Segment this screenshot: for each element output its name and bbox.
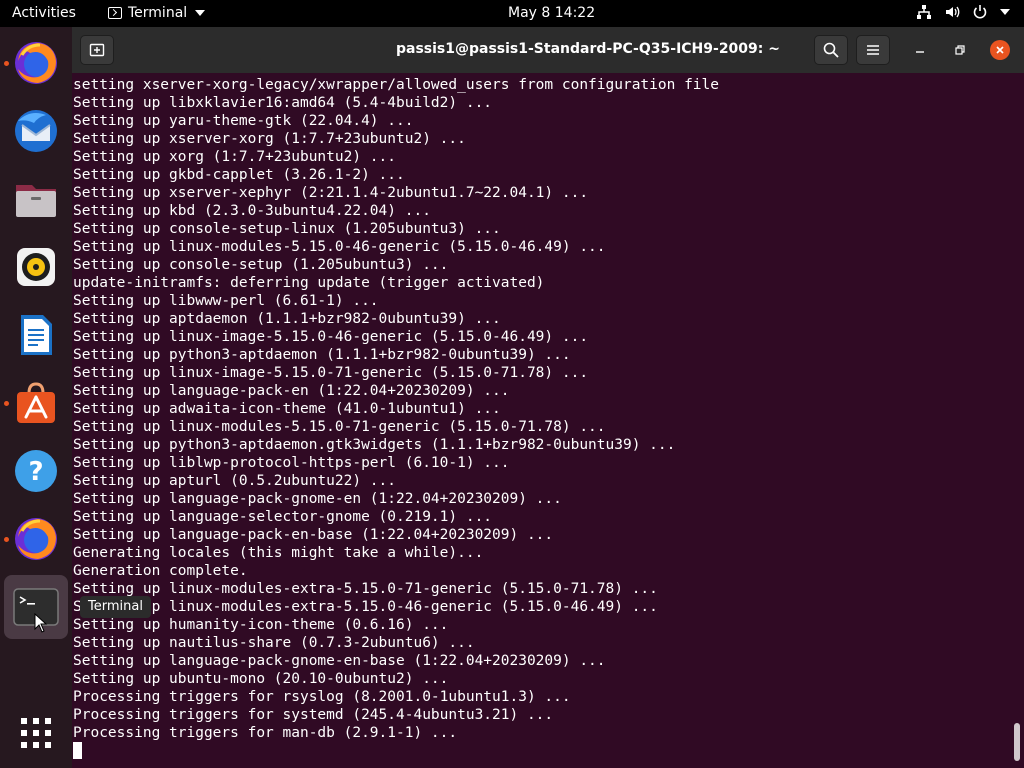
restore-icon [955,45,965,55]
terminal-line: Processing triggers for rsyslog (8.2001.… [73,689,571,705]
firefox-icon [15,42,57,84]
header-bar[interactable]: passis1@passis1-Standard-PC-Q35-ICH9-200… [72,27,1024,73]
text-cursor [73,742,82,759]
dock-item-ubuntu-software[interactable] [4,371,68,435]
system-tray[interactable] [916,4,1010,20]
shopping-bag-icon [17,382,55,423]
chevron-down-icon [195,10,206,16]
hamburger-menu-icon [867,45,879,55]
document-icon [21,315,52,355]
terminal-line: Setting up xserver-xorg (1:7.7+23ubuntu2… [73,131,466,147]
menu-button[interactable] [856,35,890,65]
terminal-line: Setting up python3-aptdaemon.gtk3widgets… [73,437,676,453]
terminal-line: Processing triggers for systemd (245.4-4… [73,707,554,723]
terminal-line: setting xserver-xorg-legacy/xwrapper/all… [73,77,720,93]
volume-icon[interactable] [944,4,960,20]
terminal-line: Setting up linux-modules-5.15.0-46-gener… [73,239,606,255]
terminal-line: Setting up language-pack-en-base (1:22.0… [73,527,554,543]
terminal-output[interactable]: setting xserver-xorg-legacy/xwrapper/all… [72,73,1024,768]
terminal-line: Setting up liblwp-protocol-https-perl (6… [73,455,510,471]
chevron-down-icon[interactable] [1000,7,1010,17]
terminal-line: Setting up libwww-perl (6.61-1) ... [73,293,379,309]
restore-button[interactable] [950,40,970,60]
clock[interactable]: May 8 14:22 [508,5,595,21]
dock-item-firefox[interactable] [4,31,68,95]
terminal-line: Setting up ubuntu-mono (20.10-0ubuntu2) … [73,671,449,687]
app-menu[interactable]: Terminal [108,5,206,21]
terminal-line: Setting up console-setup (1.205ubuntu3) … [73,257,449,273]
terminal-line: Setting up yaru-theme-gtk (22.04.4) ... [73,113,414,129]
dock-item-help[interactable]: ? [4,439,68,503]
terminal-line: Setting up linux-image-5.15.0-46-generic… [73,329,589,345]
terminal-window: passis1@passis1-Standard-PC-Q35-ICH9-200… [72,27,1024,768]
power-icon[interactable] [972,4,988,20]
terminal-line: Generating locales (this might take a wh… [73,545,484,561]
terminal-line: Setting up linux-modules-extra-5.15.0-46… [73,599,658,615]
terminal-line: Setting up libxklavier16:amd64 (5.4-4bui… [73,95,493,111]
scrollbar[interactable] [1014,723,1020,761]
minimize-icon [916,51,924,53]
dock-item-files[interactable] [4,167,68,231]
dock-item-libreoffice-writer[interactable] [4,303,68,367]
firefox-icon [15,518,57,560]
terminal-line: Setting up xserver-xephyr (2:21.1.4-2ubu… [73,185,589,201]
terminal-line: Setting up aptdaemon (1.1.1+bzr982-0ubun… [73,311,501,327]
dock-item-firefox-2[interactable] [4,507,68,571]
terminal-icon [108,7,122,19]
speaker-icon [17,248,55,286]
terminal-line: Setting up linux-modules-extra-5.15.0-71… [73,581,658,597]
terminal-line: Setting up python3-aptdaemon (1.1.1+bzr9… [73,347,571,363]
terminal-line: Setting up kbd (2.3.0-3ubuntu4.22.04) ..… [73,203,431,219]
terminal-line: Setting up apturl (0.5.2ubuntu22) ... [73,473,397,489]
dock-item-rhythmbox[interactable] [4,235,68,299]
terminal-line: Generation complete. [73,563,248,579]
network-icon[interactable] [916,4,932,20]
close-button[interactable] [990,40,1010,60]
terminal-line: Setting up language-selector-gnome (0.21… [73,509,493,525]
terminal-line: Setting up gkbd-capplet (3.26.1-2) ... [73,167,405,183]
terminal-line: Setting up humanity-icon-theme (0.6.16) … [73,617,449,633]
search-icon [823,42,839,58]
terminal-line: update-initramfs: deferring update (trig… [73,275,545,291]
folder-icon [16,185,56,217]
prompt-line [73,742,1024,760]
terminal-line: Setting up language-pack-gnome-en (1:22.… [73,491,562,507]
grid-icon [21,718,51,748]
dock-item-thunderbird[interactable] [4,99,68,163]
terminal-line: Setting up xorg (1:7.7+23ubuntu2) ... [73,149,397,165]
svg-text:?: ? [28,457,43,487]
top-bar: Activities Terminal May 8 14:22 [0,0,1024,27]
dock-tooltip: Terminal [80,596,151,618]
terminal-line: Setting up language-pack-gnome-en-base (… [73,653,606,669]
mouse-pointer-icon [34,613,48,633]
activities-button[interactable]: Activities [12,5,76,21]
terminal-line: Processing triggers for man-db (2.9.1-1)… [73,725,458,741]
close-icon [996,46,1004,54]
dock: ? [0,27,72,768]
minimize-button[interactable] [910,40,930,60]
thunderbird-icon [15,110,57,152]
show-applications-button[interactable] [4,701,68,765]
search-button[interactable] [814,35,848,65]
terminal-line: Setting up adwaita-icon-theme (41.0-1ubu… [73,401,501,417]
terminal-line: Setting up linux-image-5.15.0-71-generic… [73,365,589,381]
terminal-line: Setting up language-pack-en (1:22.04+202… [73,383,510,399]
app-menu-label: Terminal [128,5,188,21]
help-icon: ? [15,450,57,492]
terminal-line: Setting up linux-modules-5.15.0-71-gener… [73,419,606,435]
terminal-line: Setting up nautilus-share (0.7.3-2ubuntu… [73,635,475,651]
terminal-line: Setting up console-setup-linux (1.205ubu… [73,221,501,237]
